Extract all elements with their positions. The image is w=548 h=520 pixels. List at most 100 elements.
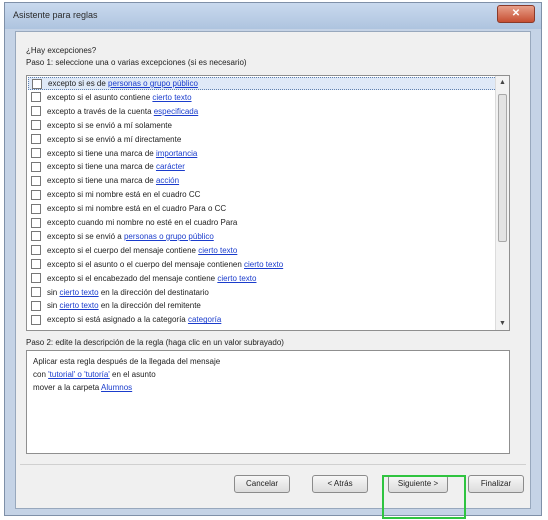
next-button-highlight — [382, 475, 466, 519]
exception-row[interactable]: excepto si es de personas o grupo públic… — [28, 77, 497, 90]
exception-checkbox[interactable] — [31, 161, 41, 172]
exception-row[interactable]: excepto si tiene una marca de carácter — [28, 160, 497, 173]
exception-checkbox[interactable] — [31, 259, 41, 270]
exception-value-link[interactable]: carácter — [156, 162, 185, 171]
exception-row[interactable]: excepto si está asignado a la categoría … — [28, 313, 497, 326]
exception-row[interactable]: excepto si se envió a mí directamente — [28, 133, 497, 146]
exception-checkbox[interactable] — [31, 203, 41, 214]
exception-checkbox[interactable] — [31, 106, 41, 117]
scroll-up-icon[interactable]: ▲ — [496, 76, 509, 89]
exception-row[interactable]: excepto si se envió a mí solamente — [28, 119, 497, 132]
finish-button[interactable]: Finalizar — [468, 475, 524, 493]
wizard-body: ¿Hay excepciones? Paso 1: seleccione una… — [15, 31, 531, 519]
exception-checkbox[interactable] — [31, 189, 41, 200]
exception-label: excepto si mi nombre está en el cuadro P… — [47, 204, 227, 214]
description-text: Aplicar esta regla después de la llegada… — [33, 357, 221, 366]
rules-wizard-window: Asistente para reglas ✕ ¿Hay excepciones… — [4, 2, 542, 519]
exception-value-link[interactable]: especificada — [154, 107, 198, 116]
exception-checkbox[interactable] — [31, 120, 41, 131]
description-text-suffix: en el asunto — [109, 370, 156, 379]
exception-text: excepto si mi nombre está en el cuadro P… — [47, 204, 226, 213]
back-button[interactable]: < Atrás — [312, 475, 368, 493]
exception-row[interactable]: excepto a través de la cuenta especifica… — [28, 105, 497, 118]
exception-checkbox[interactable] — [31, 175, 41, 186]
exception-label: excepto si se envió a mí directamente — [47, 134, 182, 144]
exception-text: excepto si mi nombre está en el cuadro C… — [47, 190, 200, 199]
exceptions-question: ¿Hay excepciones? — [26, 46, 97, 55]
exception-row[interactable]: sin cierto texto en la dirección del des… — [28, 286, 497, 299]
step2-label: Paso 2: edite la descripción de la regla… — [26, 338, 284, 347]
exception-text: excepto si el cuerpo del mensaje contien… — [47, 246, 237, 255]
exception-row[interactable]: excepto cuando mi nombre no esté en el c… — [28, 216, 497, 229]
exception-checkbox[interactable] — [32, 78, 42, 89]
exception-row[interactable]: excepto si el asunto o el cuerpo del men… — [28, 258, 497, 271]
description-line: mover a la carpeta Alumnos — [33, 383, 503, 396]
exception-checkbox[interactable] — [31, 287, 41, 297]
rule-description: Aplicar esta regla después de la llegada… — [26, 350, 510, 454]
exception-text: excepto si es de personas o grupo públic… — [48, 79, 198, 88]
title-bar[interactable]: Asistente para reglas ✕ — [5, 3, 541, 29]
exception-value-link[interactable]: importancia — [156, 149, 197, 158]
exception-value-link[interactable]: acción — [156, 176, 179, 185]
exception-label: sin — [47, 287, 60, 297]
exception-label: excepto si mi nombre está en el cuadro C… — [47, 190, 201, 200]
description-value-link[interactable]: Alumnos — [101, 383, 132, 392]
exception-value-link[interactable]: cierto texto — [217, 274, 256, 283]
exception-checkbox[interactable] — [31, 300, 41, 311]
exception-label: excepto si es de — [48, 79, 109, 88]
exception-row[interactable]: excepto si tiene una marca de acción — [28, 174, 497, 187]
exception-label: excepto si el asunto contiene — [47, 92, 153, 102]
scroll-down-icon[interactable]: ▼ — [496, 317, 509, 330]
exception-checkbox[interactable] — [31, 231, 41, 242]
cancel-button[interactable]: Cancelar — [234, 475, 290, 493]
exception-row[interactable]: excepto si mi nombre está en el cuadro C… — [28, 188, 497, 201]
exception-checkbox[interactable] — [31, 273, 41, 284]
close-icon: ✕ — [511, 8, 521, 19]
exception-checkbox[interactable] — [31, 217, 41, 228]
scroll-thumb[interactable] — [498, 94, 507, 242]
exception-row[interactable]: excepto si se envió a personas o grupo p… — [28, 230, 497, 243]
exception-text: excepto si el encabezado del mensaje con… — [47, 274, 256, 283]
exception-label: excepto si tiene una marca de — [47, 162, 156, 172]
exception-row[interactable]: excepto si el encabezado del mensaje con… — [28, 272, 497, 285]
exception-row[interactable]: sin cierto texto en la dirección del rem… — [28, 299, 497, 312]
exception-value-link[interactable]: cierto texto — [244, 260, 283, 269]
description-value-link[interactable]: 'tutorial' o 'tutoría' — [48, 370, 110, 379]
exception-label-suffix: en la dirección del remitente — [98, 301, 201, 311]
exception-row[interactable]: excepto si el cuerpo del mensaje contien… — [28, 244, 497, 257]
description-line: con 'tutorial' o 'tutoría' en el asunto — [33, 370, 503, 383]
exception-row[interactable]: excepto si el asunto contiene cierto tex… — [28, 91, 497, 104]
description-text: con — [33, 370, 49, 379]
exception-value-link[interactable]: cierto texto — [198, 246, 237, 255]
exception-checkbox[interactable] — [31, 148, 41, 158]
exception-label: sin — [47, 301, 60, 311]
exceptions-list[interactable]: excepto si es de personas o grupo públic… — [26, 75, 510, 331]
exception-row[interactable]: excepto si tiene una marca de importanci… — [28, 147, 497, 160]
exception-checkbox[interactable] — [31, 92, 41, 103]
description-lines: Aplicar esta regla después de la llegada… — [33, 357, 503, 396]
exception-value-link[interactable]: personas o grupo público — [108, 79, 198, 88]
exception-checkbox[interactable] — [31, 134, 41, 145]
exception-value-link[interactable]: personas o grupo público — [124, 232, 214, 241]
exception-checkbox[interactable] — [31, 245, 41, 256]
exception-text: excepto si tiene una marca de acción — [47, 176, 179, 185]
exception-row[interactable]: excepto si mi nombre está en el cuadro P… — [28, 202, 497, 215]
exception-text: excepto a través de la cuenta especifica… — [47, 107, 198, 116]
exception-label: excepto si se envió a — [47, 231, 124, 241]
exception-label: excepto si tiene una marca de — [47, 148, 156, 158]
exception-label: excepto cuando mi nombre no esté en el c… — [47, 218, 238, 227]
exception-text: excepto si el asunto contiene cierto tex… — [47, 93, 192, 102]
exception-value-link[interactable]: cierto texto — [152, 93, 191, 102]
description-line: Aplicar esta regla después de la llegada… — [33, 357, 503, 370]
window-title: Asistente para reglas — [13, 10, 98, 20]
list-scrollbar[interactable]: ▲ ▼ — [495, 76, 509, 330]
exception-label: excepto si tiene una marca de — [47, 176, 156, 186]
close-button[interactable]: ✕ — [497, 5, 535, 23]
exception-value-link[interactable]: cierto texto — [59, 301, 98, 310]
exception-value-link[interactable]: categoría — [188, 315, 221, 324]
exception-text: excepto si tiene una marca de carácter — [47, 162, 185, 171]
description-text: mover a la carpeta — [33, 383, 102, 392]
exception-label: excepto a través de la cuenta — [47, 106, 154, 116]
exception-value-link[interactable]: cierto texto — [59, 288, 98, 297]
exception-checkbox[interactable] — [31, 314, 41, 325]
